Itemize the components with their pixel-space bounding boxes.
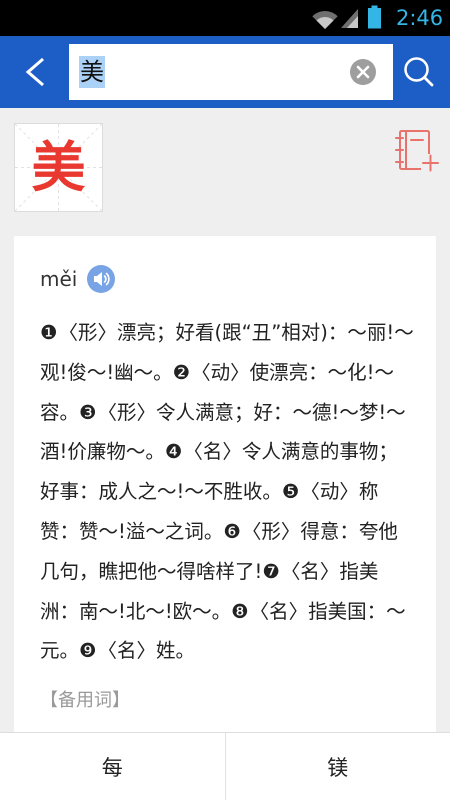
definition-number: ❷ (172, 360, 191, 384)
search-button[interactable] (396, 50, 440, 94)
definition-number: ❹ (164, 440, 183, 464)
character-box: 美 (14, 123, 103, 212)
back-button[interactable] (12, 50, 56, 94)
related-words-heading: 【备用词】 (40, 690, 130, 712)
add-to-notebook-icon (395, 130, 439, 172)
definition-number: ❼ (262, 559, 280, 583)
definition-number: ❸ (79, 400, 97, 424)
part-of-speech: 〈名〉 (183, 440, 242, 464)
next-char-button[interactable]: 镁 (224, 733, 450, 800)
app-header: 美 (0, 36, 450, 108)
pronounce-button[interactable] (87, 265, 116, 293)
definition-number: ❽ (231, 599, 249, 623)
clear-search-button[interactable] (349, 58, 377, 86)
clear-icon (350, 59, 376, 85)
battery-icon (368, 5, 381, 29)
definition-number: ❾ (79, 639, 97, 663)
entry-card: měi ❶〈形〉漂亮；好看(跟“丑”相对)：～丽!～观!俊～!幽～。❷〈动〉使漂… (14, 236, 436, 746)
definition-item-9: ❾〈名〉姓。 (79, 639, 195, 662)
definition-number: ❶ (40, 321, 58, 344)
search-query-text: 美 (79, 56, 105, 88)
search-icon (404, 57, 434, 87)
speaker-icon (87, 265, 116, 293)
add-to-notebook-button[interactable] (393, 128, 441, 176)
definition-number: ❻ (223, 519, 241, 543)
signal-icon (341, 9, 358, 28)
part-of-speech: 〈动〉 (191, 360, 250, 384)
back-arrow-icon (25, 57, 44, 87)
part-of-speech: 〈名〉 (280, 559, 340, 583)
pinyin: měi (40, 267, 78, 291)
part-of-speech: 〈形〉 (58, 321, 117, 344)
definition-number: ❺ (281, 480, 300, 504)
search-input[interactable]: 美 (69, 44, 393, 100)
part-of-speech: 〈形〉 (97, 400, 157, 424)
wifi-icon (312, 10, 338, 30)
part-of-speech: 〈动〉 (300, 480, 359, 504)
definition-text: 姓。 (156, 639, 196, 663)
character-glyph: 美 (31, 136, 86, 199)
prev-char-button[interactable]: 每 (0, 733, 225, 800)
bottom-nav: 每 镁 (0, 732, 450, 800)
part-of-speech: 〈名〉 (97, 639, 157, 663)
status-bar: 2:46 (0, 0, 450, 36)
definition-list: ❶〈形〉漂亮；好看(跟“丑”相对)：～丽!～观!俊～!幽～。❷〈动〉使漂亮：～化… (40, 313, 414, 671)
pinyin-row: měi (40, 264, 414, 294)
status-time: 2:46 (396, 6, 444, 30)
part-of-speech: 〈名〉 (249, 599, 309, 623)
part-of-speech: 〈形〉 (241, 519, 301, 543)
